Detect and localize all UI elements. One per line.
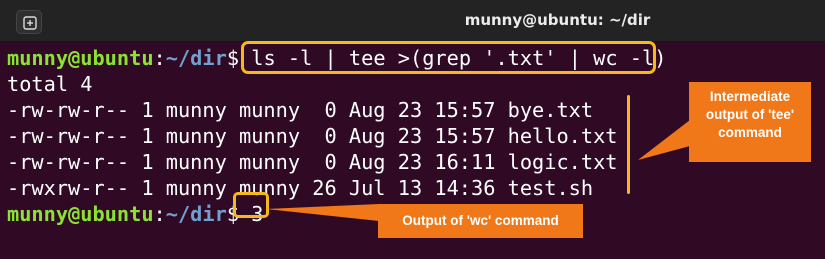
prompt-symbol: $ [226,46,240,70]
title-bar: munny@ubuntu: ~/dir [0,0,825,42]
output-line: -rw-rw-r-- 1 munny munny 0 Aug 23 15:57 … [7,124,618,148]
output-line: total 4 [7,72,93,96]
prompt-user: munny@ubuntu [7,202,154,226]
callout-pointer [266,204,379,221]
terminal-window: munny@ubuntu: ~/dir munny@ubuntu:~/dir$ … [0,0,825,259]
prompt-separator: : [153,46,166,70]
wc-output-callout: Output of 'wc' command [378,204,583,238]
window-title: munny@ubuntu: ~/dir [464,11,651,29]
output-line: -rwxrw-r-- 1 munny munny 26 Jul 13 14:36… [7,176,594,200]
result-line: munny@ubuntu:~/dir$ 3 [7,201,263,227]
output-line: -rw-rw-r-- 1 munny munny 0 Aug 23 15:57 … [7,98,594,122]
command-highlight-box [241,41,656,74]
tee-output-bracket-line [627,95,630,194]
prompt-path: ~/dir [165,202,227,226]
prompt-path: ~/dir [165,46,227,70]
callout-pointer [638,120,690,160]
prompt-separator: : [153,202,166,226]
wc-output-highlight-box [233,192,269,218]
tee-output-callout: Intermediate output of 'tee' command [689,82,811,162]
output-line: -rw-rw-r-- 1 munny munny 0 Aug 23 16:11 … [7,150,618,174]
prompt-user: munny@ubuntu [7,46,154,70]
